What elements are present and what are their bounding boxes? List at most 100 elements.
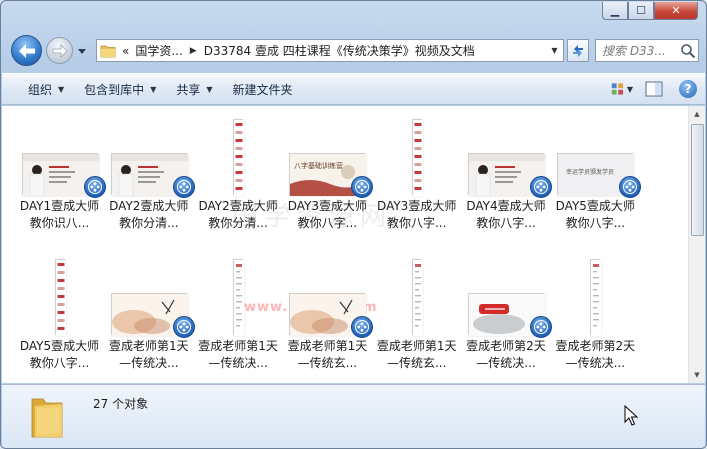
video-thumbnail (468, 293, 552, 338)
folder-icon (97, 40, 119, 61)
file-thumbnail-area (15, 254, 104, 336)
search-icon[interactable] (680, 43, 696, 59)
document-thumbnail (411, 119, 423, 196)
file-item[interactable]: 壹成老师第1天—传统决... (194, 254, 283, 380)
include-in-library-menu[interactable]: 包含到库中 ▼ (74, 74, 166, 104)
file-name: DAY5壹成大师教你八字... (19, 339, 100, 370)
file-item[interactable]: 壹成老师第1天—传统玄... (372, 254, 461, 380)
help-icon[interactable]: ? (679, 80, 697, 98)
recent-pages-dropdown-icon[interactable] (77, 46, 87, 56)
scroll-thumb[interactable] (691, 124, 704, 236)
video-thumbnail: 八字基础训练营 (289, 153, 374, 198)
file-thumbnail-area (462, 254, 552, 338)
file-item[interactable]: 幸运学员颁发学员 DAY5壹成大师教你八字... (551, 114, 642, 240)
file-thumbnail-area (462, 114, 552, 198)
media-player-icon (351, 316, 374, 338)
organize-menu[interactable]: 组织 ▼ (2, 74, 74, 104)
media-player-icon (172, 176, 195, 198)
file-name: DAY3壹成大师教你八字... (287, 199, 368, 230)
include-in-library-label: 包含到库中 (84, 82, 145, 97)
share-label: 共享 (176, 82, 201, 97)
media-player-icon (619, 176, 642, 198)
file-item[interactable]: DAY1壹成大师教你识八... (15, 114, 106, 240)
breadcrumb-overflow[interactable]: « (119, 44, 132, 58)
file-thumbnail-area: 幸运学员颁发学员 (551, 114, 642, 198)
file-item[interactable]: DAY2壹成大师教你分清... (194, 114, 283, 240)
file-name: DAY5壹成大师教你八字... (555, 199, 635, 230)
details-pane: 27 个对象 (2, 384, 705, 448)
file-item[interactable]: DAY5壹成大师教你八字... (15, 254, 104, 380)
view-options-icon (611, 83, 624, 95)
file-name: 壹成老师第1天—传统决... (198, 339, 278, 370)
share-menu[interactable]: 共享 ▼ (166, 74, 222, 104)
video-thumbnail (21, 153, 106, 198)
file-item[interactable]: DAY3壹成大师教你八字... (372, 114, 461, 240)
scroll-down-icon[interactable]: ▼ (689, 367, 705, 383)
file-thumbnail-area (372, 254, 461, 336)
refresh-icon (573, 44, 583, 57)
file-item[interactable]: DAY2壹成大师教你分清... (104, 114, 195, 240)
file-thumbnail-area (104, 254, 195, 338)
search-box[interactable] (595, 39, 699, 62)
file-name: 壹成老师第1天—传统玄... (376, 339, 457, 370)
breadcrumb-current[interactable]: D33784 壹成 四柱课程《传统决策学》视频及文档 (201, 42, 478, 59)
file-item[interactable]: 壹成老师第2天—传统决... (551, 254, 640, 380)
file-item[interactable]: 壹成老师第1天—传统玄... (283, 254, 374, 380)
new-folder-button[interactable]: 新建文件夹 (223, 74, 303, 104)
new-folder-label: 新建文件夹 (232, 82, 293, 97)
media-player-icon (351, 176, 374, 198)
minimize-button[interactable]: ▁ (602, 2, 628, 20)
media-player-icon (530, 176, 552, 198)
video-thumbnail (468, 153, 552, 198)
vertical-scrollbar[interactable]: ▲ ▼ (688, 106, 705, 383)
address-bar[interactable]: « 国学资... ▶ D33784 壹成 四柱课程《传统决策学》视频及文档 ▼ (96, 39, 564, 62)
command-bar: 组织 ▼ 包含到库中 ▼ 共享 ▼ 新建文件夹 ▼ ? (2, 73, 705, 105)
view-dropdown-icon[interactable]: ▼ (627, 85, 633, 94)
file-thumbnail-area: 八字基础训练营 (283, 114, 374, 198)
caption-buttons: ▁ ☐ ✕ (602, 2, 698, 20)
refresh-button[interactable] (567, 39, 589, 62)
preview-pane-icon (645, 81, 663, 97)
mouse-cursor-icon (624, 405, 638, 426)
file-name: DAY1壹成大师教你识八... (19, 199, 100, 230)
file-name: 壹成老师第2天—传统决... (466, 339, 546, 370)
preview-pane-button[interactable] (645, 78, 667, 100)
document-thumbnail (54, 259, 66, 336)
scroll-up-icon[interactable]: ▲ (689, 106, 705, 122)
file-thumbnail-area (194, 114, 283, 196)
folder-icon (31, 398, 63, 438)
media-player-icon (172, 316, 195, 338)
document-thumbnail (233, 119, 245, 196)
close-button[interactable]: ✕ (654, 2, 698, 20)
video-thumbnail (110, 293, 195, 338)
arrow-right-icon (52, 43, 68, 58)
breadcrumb-separator-icon[interactable]: ▶ (186, 46, 201, 56)
breadcrumb-parent[interactable]: 国学资... (132, 42, 185, 59)
change-view-button[interactable]: ▼ (611, 78, 633, 100)
maximize-button[interactable]: ☐ (628, 2, 654, 20)
media-player-icon (530, 316, 552, 338)
organize-label: 组织 (28, 82, 53, 97)
address-dropdown-icon[interactable]: ▼ (546, 40, 563, 61)
file-thumbnail-area (551, 254, 640, 336)
svg-text:幸运学员颁发学员: 幸运学员颁发学员 (566, 168, 614, 176)
item-count: 27 个对象 (93, 397, 149, 411)
forward-button[interactable] (46, 37, 73, 64)
search-input[interactable] (602, 43, 680, 58)
back-button[interactable] (11, 35, 42, 66)
file-item[interactable]: 壹成老师第1天—传统决... (104, 254, 195, 380)
file-name: 壹成老师第1天—传统决... (108, 339, 189, 370)
caret-down-icon: ▼ (206, 84, 213, 94)
file-list-view[interactable]: 国学资源网 www.95959.com DAY1壹成大师教你识八...DAY2壹… (2, 106, 705, 383)
document-thumbnail (233, 259, 245, 336)
caret-down-icon: ▼ (150, 84, 157, 94)
svg-text:八字基础训练营: 八字基础训练营 (294, 161, 343, 170)
file-thumbnail-area (104, 114, 195, 198)
file-name: DAY4壹成大师教你八字... (466, 199, 546, 230)
file-item[interactable]: 八字基础训练营 DAY3壹成大师教你八字... (283, 114, 374, 240)
file-item[interactable]: DAY4壹成大师教你八字... (462, 114, 552, 240)
file-item[interactable]: 壹成老师第2天—传统决... (462, 254, 552, 380)
arrow-left-icon (18, 43, 35, 58)
file-thumbnail-area (15, 114, 106, 198)
video-thumbnail (289, 293, 374, 338)
